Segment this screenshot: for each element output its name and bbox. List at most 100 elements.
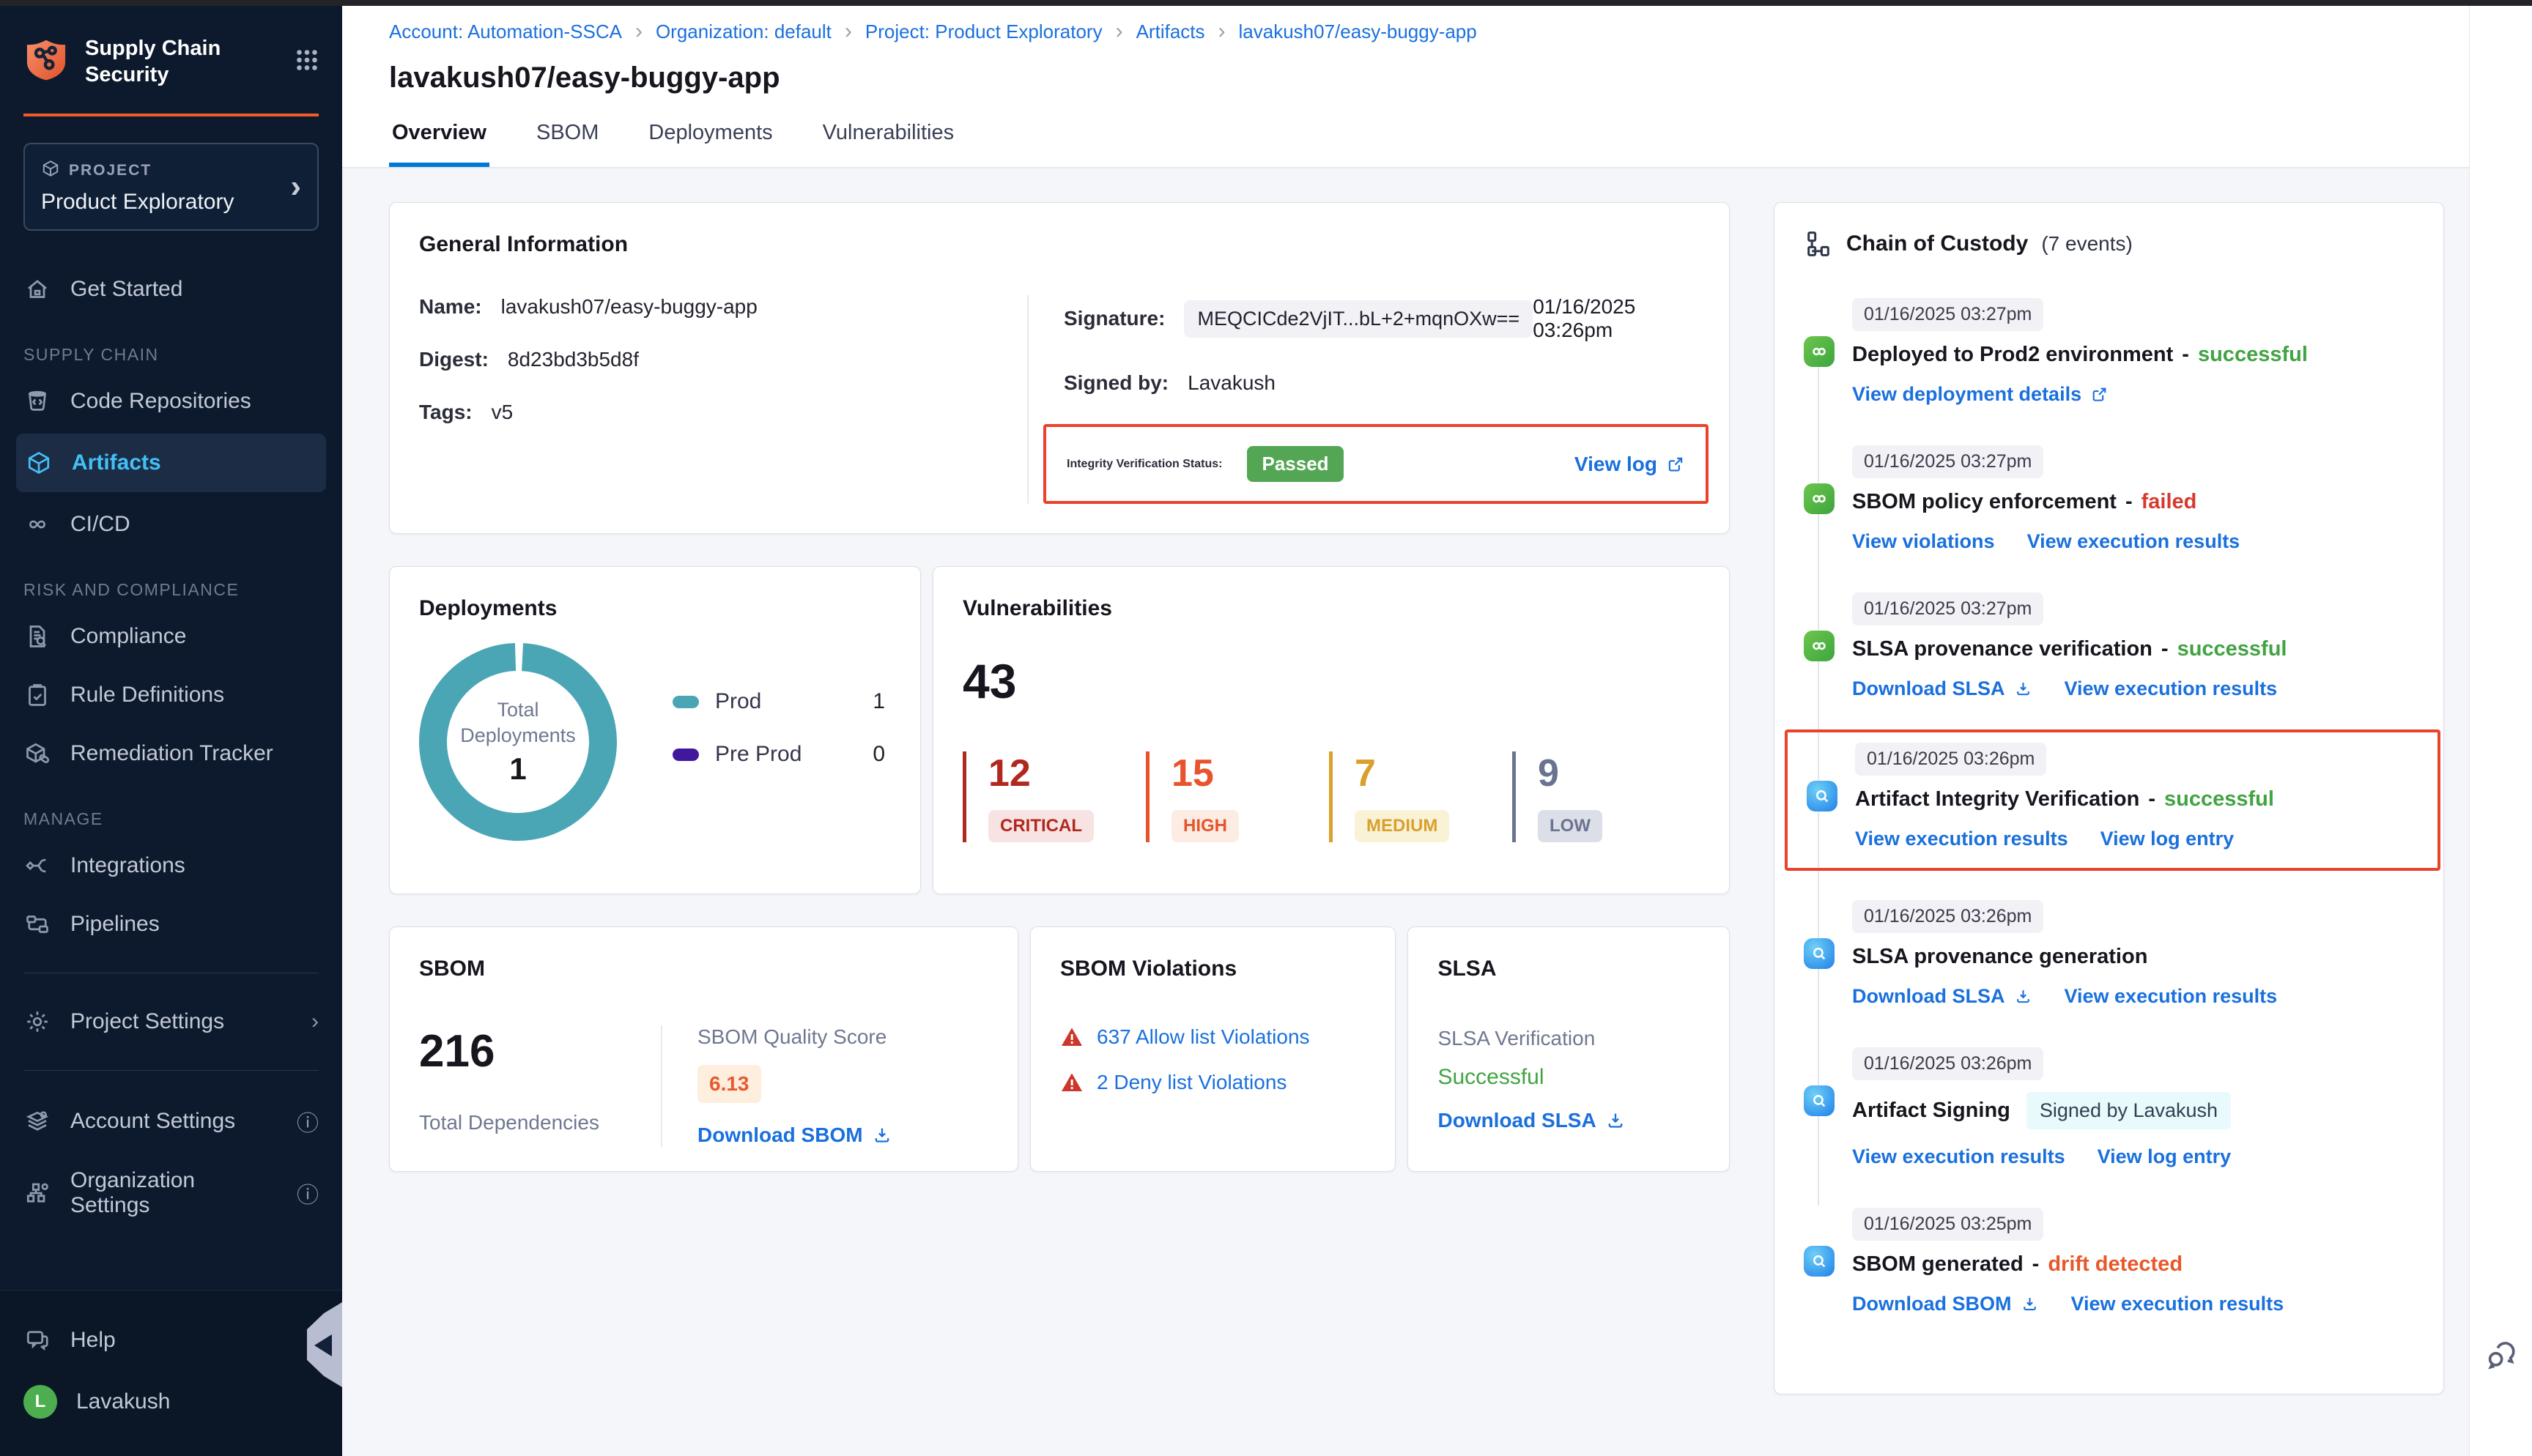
tab-vulnerabilities[interactable]: Vulnerabilities [820,114,957,167]
gear-icon [23,1008,51,1036]
signed-by-badge: Signed by Lavakush [2026,1092,2231,1129]
sbom-violations-title: SBOM Violations [1060,957,1366,981]
feedback-chat-icon[interactable] [2482,1337,2520,1378]
breadcrumb: Account: Automation-SSCA › Organization: … [389,19,2532,44]
chain-event-slsa-generation: 01/16/2025 03:26pm SLSA provenance gener… [1804,900,2414,1008]
code-repository-icon [23,387,51,415]
topbar: Account: Automation-SSCA › Organization: … [342,6,2532,54]
donut-center-label: Total Deployments [456,697,580,749]
view-execution-results-link[interactable]: View execution results [2065,985,2278,1008]
sidebar-item-account-settings[interactable]: Account Settings ⓘ [0,1090,342,1153]
chevron-right-icon: › [311,1009,319,1034]
pre-prod-swatch [673,749,699,761]
signed-by-value: Lavakush [1188,371,1276,395]
page-title: lavakush07/easy-buggy-app [389,62,2532,94]
breadcrumb-project[interactable]: Project: Product Exploratory [865,21,1103,43]
sidebar-item-rule-definitions[interactable]: Rule Definitions [0,666,342,724]
critical-badge: CRITICAL [988,810,1094,842]
view-execution-results-link[interactable]: View execution results [1852,1145,2065,1168]
chain-event-sbom-policy: 01/16/2025 03:27pm SBOM policy enforceme… [1804,445,2414,553]
download-sbom-link[interactable]: Download SBOM [697,1123,892,1147]
event-timestamp: 01/16/2025 03:25pm [1852,1208,2043,1241]
allow-list-violations-link[interactable]: 637 Allow list Violations [1097,1025,1310,1049]
sbom-total-label: Total Dependencies [419,1111,661,1134]
deployments-legend: Prod 1 Pre Prod 0 [673,689,885,795]
breadcrumb-current[interactable]: lavakush07/easy-buggy-app [1239,21,1477,43]
external-link-icon [1666,455,1685,474]
nav-section-risk: RISK AND COMPLIANCE [0,554,342,607]
clipboard-check-icon [23,681,51,709]
chain-events-count: (7 events) [2041,232,2133,256]
scan-event-icon [1807,781,1837,811]
titlebar: lavakush07/easy-buggy-app [342,54,2532,114]
info-icon[interactable]: ⓘ [297,1105,319,1137]
prod-count: 1 [873,689,885,714]
supply-chain-security-logo-icon [23,37,69,86]
remediation-cube-icon [23,740,51,768]
sidebar-item-artifacts[interactable]: Artifacts [16,434,326,492]
sidebar-item-pipelines[interactable]: Pipelines [0,895,342,954]
signature-value[interactable]: MEQCICde2VjIT...bL+2+mqnOXw== [1184,300,1533,338]
view-log-entry-link[interactable]: View log entry [2098,1145,2232,1168]
tab-sbom[interactable]: SBOM [533,114,601,167]
breadcrumb-separator: › [1116,19,1123,44]
name-label: Name: [419,295,482,319]
scan-event-icon [1804,1085,1835,1116]
project-cube-icon [41,159,60,182]
signature-label: Signature: [1064,307,1165,330]
event-status: drift detected [2048,1252,2183,1277]
project-selector[interactable]: PROJECT Product Exploratory › [23,143,319,231]
tab-deployments[interactable]: Deployments [645,114,775,167]
breadcrumb-org[interactable]: Organization: default [656,21,832,43]
download-slsa-link[interactable]: Download SLSA [1852,677,2032,700]
breadcrumb-separator: › [635,19,643,44]
sidebar-item-remediation-tracker[interactable]: Remediation Tracker [0,724,342,783]
integrity-status-badge: Passed [1247,446,1343,482]
sidebar-item-project-settings[interactable]: Project Settings › [0,992,342,1051]
info-icon[interactable]: ⓘ [297,1177,319,1209]
breadcrumb-account[interactable]: Account: Automation-SSCA [389,21,622,43]
chain-events-timeline: 01/16/2025 03:27pm Deployed to Prod2 env… [1804,298,2414,1315]
general-information-card: General Information Name:lavakush07/easy… [389,202,1730,534]
sbom-quality-score: 6.13 [697,1065,761,1103]
brand: Supply Chain Security [0,6,342,111]
sidebar-item-organization-settings[interactable]: Organization Settings ⓘ [0,1153,342,1233]
breadcrumb-artifacts[interactable]: Artifacts [1136,21,1205,43]
sidebar-item-compliance[interactable]: Compliance [0,607,342,666]
sidebar-footer: Help L Lavakush [0,1290,342,1456]
chain-event-sbom-generated: 01/16/2025 03:25pm SBOM generated-drift … [1804,1208,2414,1315]
sidebar-item-get-started[interactable]: Get Started [0,260,342,319]
view-log-link[interactable]: View log [1574,453,1685,476]
download-sbom-link[interactable]: Download SBOM [1852,1293,2039,1315]
view-deployment-details-link[interactable]: View deployment details [1852,383,2109,406]
view-execution-results-link[interactable]: View execution results [1855,828,2068,850]
sidebar-item-help[interactable]: Help [0,1311,342,1370]
download-slsa-link[interactable]: Download SLSA [1852,985,2032,1008]
view-log-entry-link[interactable]: View log entry [2100,828,2235,850]
integrity-status-label: Integrity Verification Status: [1067,458,1222,471]
nav-section-manage: MANAGE [0,783,342,836]
download-slsa-link[interactable]: Download SLSA [1437,1109,1625,1132]
digest-value: 8d23bd3b5d8f [508,348,639,371]
sidebar-item-user[interactable]: L Lavakush [0,1370,342,1434]
chain-of-custody-icon [1804,229,1833,259]
general-information-title: General Information [419,232,1700,257]
sidebar-item-cicd[interactable]: CI/CD [0,495,342,554]
tab-overview[interactable]: Overview [389,114,489,167]
view-execution-results-link[interactable]: View execution results [2027,530,2240,553]
module-grid-icon[interactable] [294,47,320,77]
digest-label: Digest: [419,348,489,371]
sidebar-item-code-repositories[interactable]: Code Repositories [0,372,342,431]
view-execution-results-link[interactable]: View execution results [2071,1293,2284,1315]
event-status: successful [2164,787,2274,811]
view-execution-results-link[interactable]: View execution results [2065,677,2278,700]
view-violations-link[interactable]: View violations [1852,530,1995,553]
deny-list-violations-link[interactable]: 2 Deny list Violations [1097,1071,1287,1094]
nav-section-supply-chain: SUPPLY CHAIN [0,319,342,372]
account-settings-icon [23,1107,51,1135]
sidebar-item-integrations[interactable]: Integrations [0,836,342,895]
low-badge: LOW [1538,810,1602,842]
infinity-icon [23,510,51,538]
legend-item-prod: Prod 1 [673,689,885,714]
pipeline-event-icon [1804,336,1835,367]
